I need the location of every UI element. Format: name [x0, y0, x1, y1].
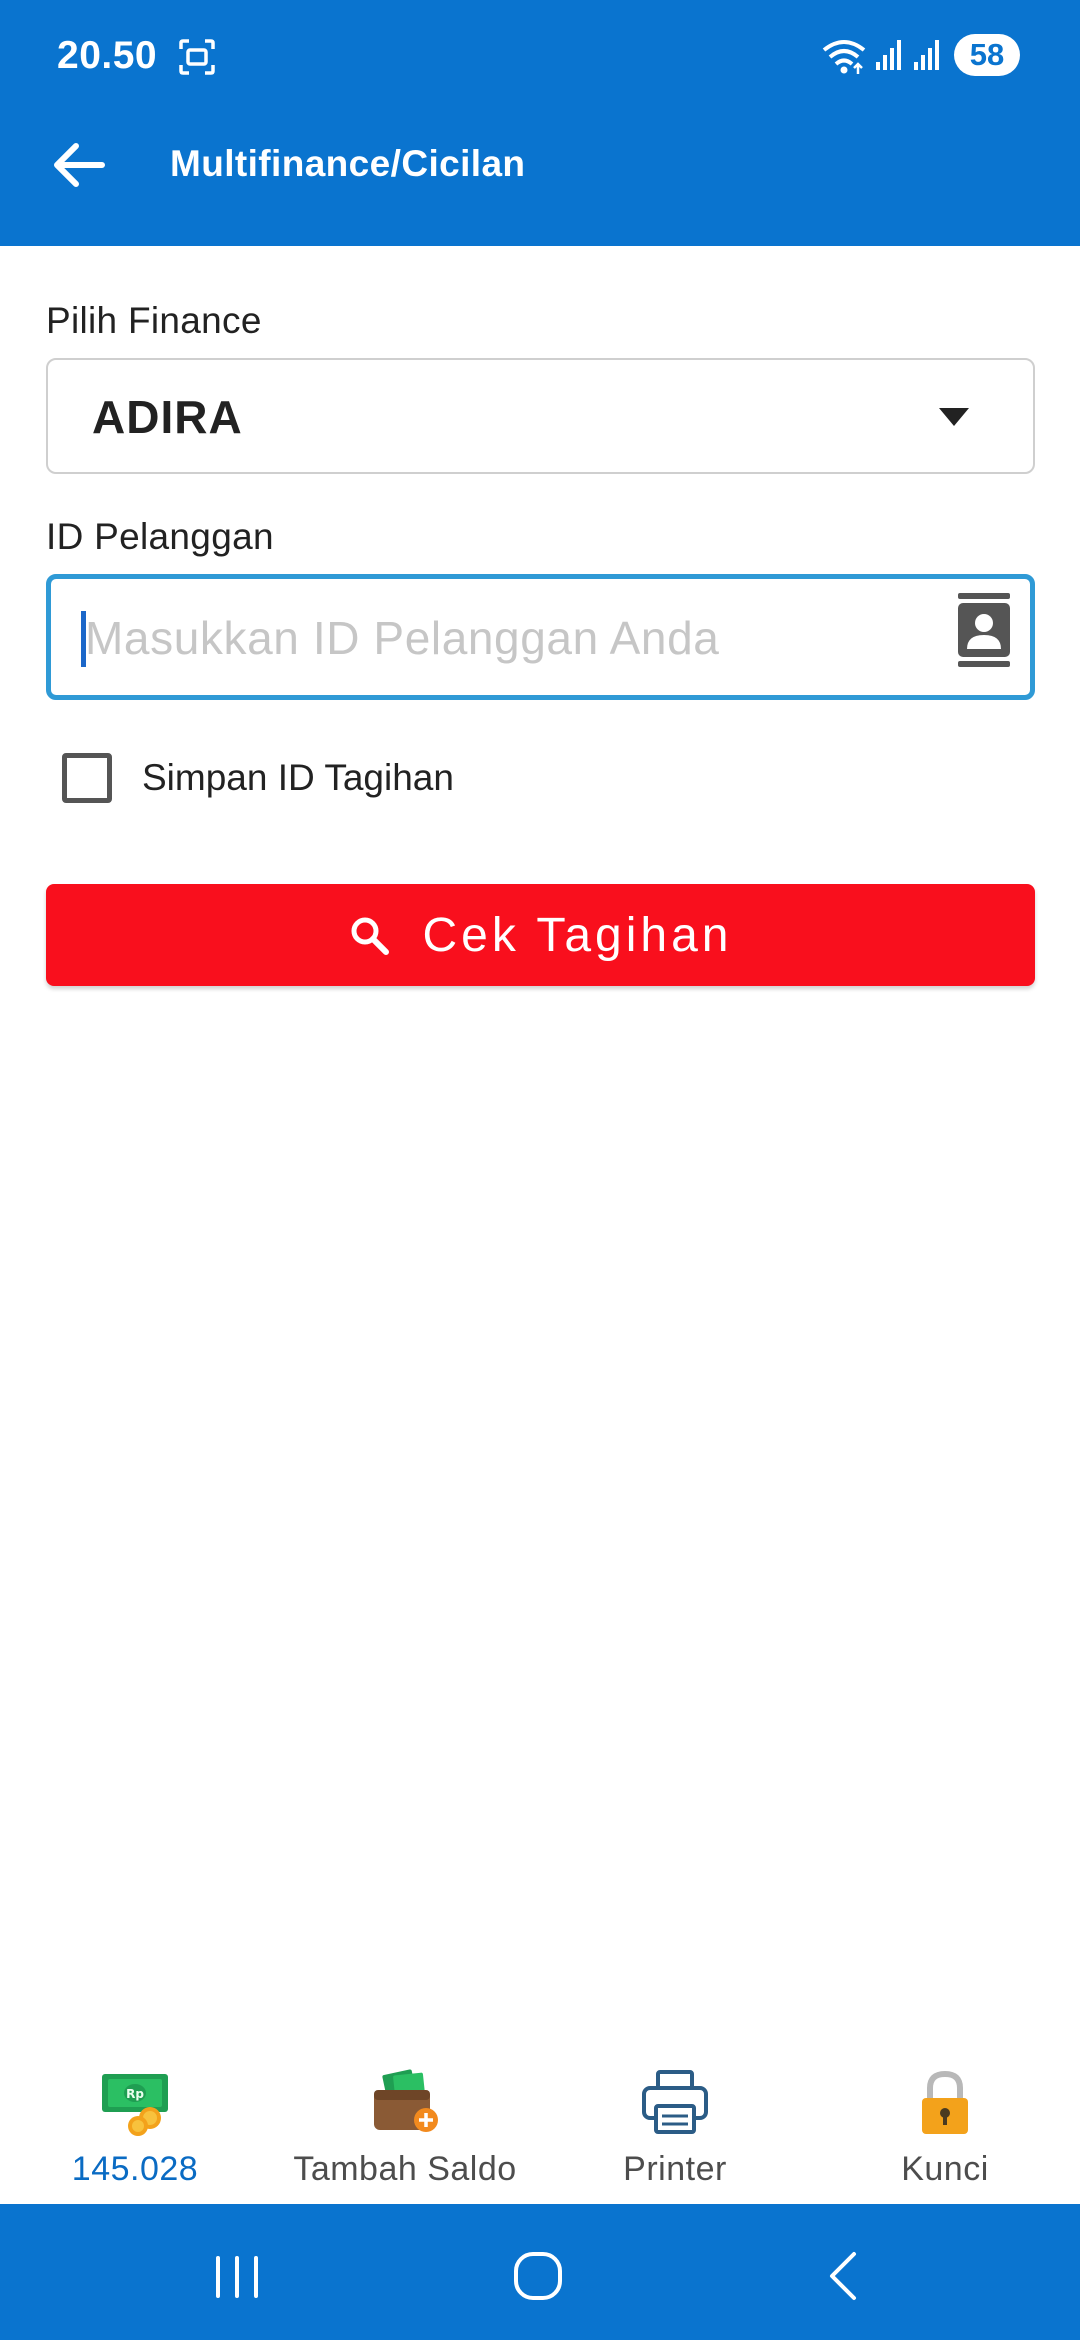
printer-icon	[642, 2070, 708, 2134]
recent-apps-icon[interactable]	[212, 2256, 262, 2298]
save-id-label: Simpan ID Tagihan	[142, 757, 454, 798]
back-arrow-icon[interactable]	[50, 140, 108, 190]
lock-label: Kunci	[901, 2150, 989, 2188]
wallet-add-icon	[374, 2069, 438, 2132]
signal-strength-icon	[914, 40, 939, 70]
system-back-icon[interactable]	[826, 2250, 860, 2302]
check-bill-label: Cek Tagihan	[422, 908, 733, 962]
top-up-label: Tambah Saldo	[293, 2150, 517, 2188]
home-icon[interactable]	[512, 2250, 564, 2302]
bottom-nav: Rp 145.028 Tambah Saldo Printer Kunci	[0, 2050, 1080, 2204]
contact-book-icon[interactable]	[954, 589, 1014, 669]
page-title: Multifinance/Cicilan	[170, 143, 526, 184]
nav-item-lock[interactable]: Kunci	[810, 2050, 1080, 2204]
lock-icon	[922, 2070, 968, 2134]
status-time: 20.50	[57, 34, 158, 77]
balance-label: 145.028	[71, 2150, 199, 2188]
signal-strength-icon	[876, 40, 901, 70]
page: 20.50 58 Multifinance/Cicilan Pilih Fina…	[0, 0, 1080, 2340]
printer-label: Printer	[623, 2150, 727, 2188]
finance-select-value: ADIRA	[92, 391, 243, 443]
customer-id-input-wrapper	[46, 574, 1035, 700]
finance-select[interactable]: ADIRA	[46, 358, 1035, 474]
screenshot-icon	[179, 39, 215, 75]
battery-indicator: 58	[954, 34, 1020, 76]
customer-id-input[interactable]	[85, 603, 945, 673]
search-icon	[351, 917, 389, 955]
save-id-checkbox[interactable]	[62, 753, 112, 803]
nav-item-top-up[interactable]: Tambah Saldo	[270, 2050, 540, 2204]
check-bill-button[interactable]: Cek Tagihan	[46, 884, 1035, 986]
nav-item-printer[interactable]: Printer	[540, 2050, 810, 2204]
svg-text:Rp: Rp	[126, 2087, 144, 2101]
status-bar: 20.50 58	[0, 0, 1080, 112]
money-coins-icon: Rp	[102, 2074, 168, 2136]
wifi-icon	[822, 40, 866, 74]
nav-item-balance[interactable]: Rp 145.028	[0, 2050, 270, 2204]
save-id-checkbox-row[interactable]: Simpan ID Tagihan	[62, 748, 662, 808]
finance-label: Pilih Finance	[46, 300, 262, 341]
app-bar: 20.50 58 Multifinance/Cicilan	[0, 0, 1080, 246]
system-nav-bar	[0, 2204, 1080, 2340]
customer-id-label: ID Pelanggan	[46, 516, 274, 557]
dropdown-arrow-icon	[939, 408, 969, 426]
